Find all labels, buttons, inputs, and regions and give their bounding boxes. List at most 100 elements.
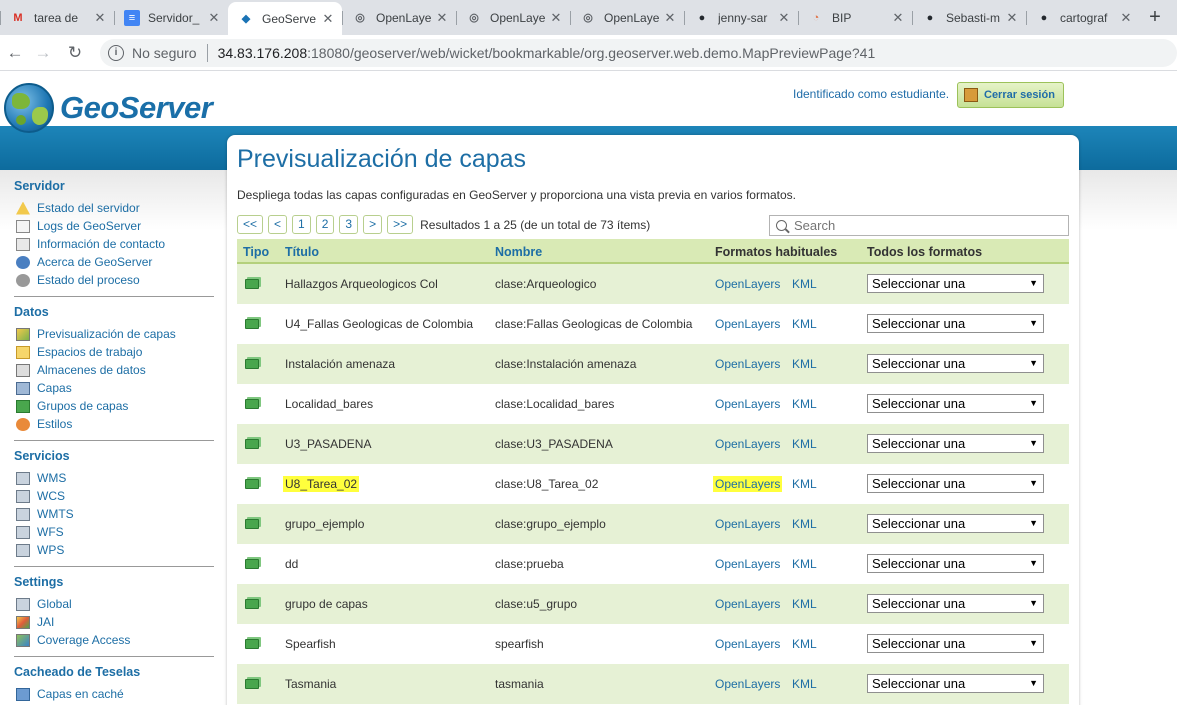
kml-link[interactable]: KML	[792, 357, 817, 371]
logout-button[interactable]: Cerrar sesión	[957, 82, 1064, 108]
back-button[interactable]: ←	[4, 42, 26, 64]
column-title[interactable]: Título	[285, 245, 319, 259]
kml-link[interactable]: KML	[792, 437, 817, 451]
info-icon[interactable]: i	[108, 45, 124, 61]
sidebar-item[interactable]: JAI	[14, 613, 214, 631]
openlayers-link[interactable]: OpenLayers	[715, 637, 780, 651]
sidebar-item[interactable]: WPS	[14, 541, 214, 559]
openlayers-link[interactable]: OpenLayers	[715, 677, 780, 691]
sidebar-item[interactable]: Coverage Access	[14, 631, 214, 649]
sidebar-item[interactable]: Acerca de GeoServer	[14, 253, 214, 271]
pager-button[interactable]: <	[268, 215, 288, 234]
sidebar-item[interactable]: Almacenes de datos	[14, 361, 214, 379]
tab-title: OpenLaye	[376, 10, 432, 25]
format-select[interactable]: Seleccionar una	[867, 634, 1044, 653]
close-tab-icon[interactable]: ✕	[1118, 10, 1134, 26]
sidebar-item[interactable]: Estilos	[14, 415, 214, 433]
sidebar-item[interactable]: WMS	[14, 469, 214, 487]
browser-tab[interactable]: Mtarea de ✕	[0, 2, 114, 33]
openlayers-link[interactable]: OpenLayers	[715, 597, 780, 611]
new-tab-button[interactable]: +	[1144, 6, 1166, 28]
close-tab-icon[interactable]: ✕	[776, 10, 792, 26]
search-box[interactable]	[769, 215, 1069, 236]
format-select[interactable]: Seleccionar una	[867, 674, 1044, 693]
openlayers-link[interactable]: OpenLayers	[713, 476, 783, 492]
openlayers-link[interactable]: OpenLayers	[715, 277, 780, 291]
format-select[interactable]: Seleccionar una	[867, 434, 1044, 453]
tab-title: OpenLaye	[604, 10, 660, 25]
close-tab-icon[interactable]: ✕	[206, 10, 222, 26]
kml-link[interactable]: KML	[792, 317, 817, 331]
openlayers-link[interactable]: OpenLayers	[715, 397, 780, 411]
page-title: Previsualización de capas	[237, 145, 527, 173]
browser-tab[interactable]: ◔ BIP ✕	[798, 2, 912, 33]
format-select[interactable]: Seleccionar una	[867, 594, 1044, 613]
browser-tab[interactable]: ◎ OpenLaye ✕	[570, 2, 684, 33]
kml-link[interactable]: KML	[792, 517, 817, 531]
openlayers-link[interactable]: OpenLayers	[715, 517, 780, 531]
format-select[interactable]: Seleccionar una	[867, 514, 1044, 533]
sidebar-item[interactable]: Capas	[14, 379, 214, 397]
pager-button[interactable]: >	[363, 215, 383, 234]
sidebar-item[interactable]: WCS	[14, 487, 214, 505]
sidebar-item[interactable]: Capas en caché	[14, 685, 214, 703]
format-select[interactable]: Seleccionar una	[867, 554, 1044, 573]
kml-link[interactable]: KML	[792, 677, 817, 691]
kml-link[interactable]: KML	[792, 597, 817, 611]
close-tab-icon[interactable]: ✕	[320, 11, 336, 27]
sidebar-item[interactable]: WMTS	[14, 505, 214, 523]
forward-button[interactable]: →	[32, 42, 54, 64]
sidebar-section: Cacheado de Teselas Capas en caché	[14, 665, 214, 703]
column-type[interactable]: Tipo	[243, 245, 269, 259]
pager-button[interactable]: >>	[387, 215, 414, 234]
column-name[interactable]: Nombre	[495, 245, 542, 259]
search-input[interactable]	[794, 218, 1054, 233]
openlayers-link[interactable]: OpenLayers	[715, 357, 780, 371]
close-tab-icon[interactable]: ✕	[92, 10, 108, 26]
sidebar-item[interactable]: Estado del proceso	[14, 271, 214, 289]
format-select[interactable]: Seleccionar una	[867, 354, 1044, 373]
reload-button[interactable]: ↻	[64, 42, 86, 64]
kml-link[interactable]: KML	[792, 557, 817, 571]
sidebar-item[interactable]: Información de contacto	[14, 235, 214, 253]
browser-tab[interactable]: ≡ Servidor_ ✕	[114, 2, 228, 33]
close-tab-icon[interactable]: ✕	[548, 10, 564, 26]
sidebar-item[interactable]: Logs de GeoServer	[14, 217, 214, 235]
sidebar-item[interactable]: Estado del servidor	[14, 199, 214, 217]
logged-in-user-text: Identificado como estudiante.	[793, 87, 950, 101]
openlayers-link[interactable]: OpenLayers	[715, 317, 780, 331]
kml-link[interactable]: KML	[792, 477, 817, 491]
pager-button[interactable]: 2	[315, 215, 335, 234]
address-bar[interactable]: i No seguro 34.83.176.208 :18080/geoserv…	[100, 39, 1177, 67]
format-select[interactable]: Seleccionar una	[867, 394, 1044, 413]
geoserver-logo[interactable]: GeoServer	[4, 83, 213, 133]
sidebar-item[interactable]: WFS	[14, 523, 214, 541]
close-tab-icon[interactable]: ✕	[1004, 10, 1020, 26]
close-tab-icon[interactable]: ✕	[662, 10, 678, 26]
pager-button[interactable]: 1	[292, 215, 311, 234]
kml-link[interactable]: KML	[792, 397, 817, 411]
openlayers-link[interactable]: OpenLayers	[715, 557, 780, 571]
kml-link[interactable]: KML	[792, 277, 817, 291]
sidebar-item[interactable]: Grupos de capas	[14, 397, 214, 415]
browser-tab[interactable]: ● cartograf ✕	[1026, 2, 1140, 33]
browser-tab[interactable]: ◎ OpenLaye ✕	[456, 2, 570, 33]
openlayers-link[interactable]: OpenLayers	[715, 437, 780, 451]
sidebar-item[interactable]: Global	[14, 595, 214, 613]
browser-tab[interactable]: ◆ GeoServe ✕	[228, 2, 342, 35]
format-select[interactable]: Seleccionar una	[867, 474, 1044, 493]
sidebar-item[interactable]: Previsualización de capas	[14, 325, 214, 343]
sidebar-item[interactable]: Espacios de trabajo	[14, 343, 214, 361]
browser-tab[interactable]: ● jenny-sar ✕	[684, 2, 798, 33]
format-select[interactable]: Seleccionar una	[867, 274, 1044, 293]
pager-button[interactable]: <<	[237, 215, 264, 234]
close-tab-icon[interactable]: ✕	[434, 10, 450, 26]
pager-button[interactable]: 3	[339, 215, 359, 234]
layer-name: clase:prueba	[495, 557, 564, 571]
results-count: Resultados 1 a 25 (de un total de 73 íte…	[420, 217, 651, 232]
kml-link[interactable]: KML	[792, 637, 817, 651]
browser-tab[interactable]: ● Sebasti-m ✕	[912, 2, 1026, 33]
format-select[interactable]: Seleccionar una	[867, 314, 1044, 333]
close-tab-icon[interactable]: ✕	[890, 10, 906, 26]
browser-tab[interactable]: ◎ OpenLaye ✕	[342, 2, 456, 33]
